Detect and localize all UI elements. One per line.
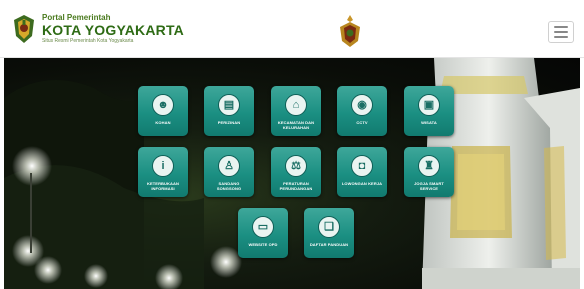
briefcase-icon: ◘	[351, 155, 373, 177]
tile-kecamatan-kelurahan[interactable]: ⌂ KECAMATAN DAN KELURAHAN	[271, 86, 321, 136]
tile-kohan[interactable]: ☻ KOHAN	[138, 86, 188, 136]
crest-icon: ♜	[418, 155, 440, 177]
people-icon: ☻	[152, 94, 174, 116]
tile-label: KECAMATAN DAN KELURAHAN	[277, 120, 315, 130]
tile-label: PERATURAN PERUNDANGAN	[279, 181, 313, 191]
tile-label: WISATA	[421, 120, 437, 125]
camera-icon: ◉	[351, 94, 373, 116]
tile-label: JOGJA SMART SERVICE	[414, 181, 444, 191]
hamburger-bar-icon	[554, 36, 568, 38]
brand-small-title: Portal Pemerintah	[42, 13, 111, 22]
tile-perizinan[interactable]: ▤ PERIZINAN	[204, 86, 254, 136]
tile-website-opd[interactable]: ▭ WEBSITE OPD	[238, 208, 288, 258]
brand-logo-link[interactable]: Portal Pemerintah KOTA YOGYAKARTA Situs …	[12, 12, 184, 46]
tile-label: SANDANG SONGSONG	[216, 181, 242, 191]
tile-jogja-smart-service[interactable]: ♜ JOGJA SMART SERVICE	[404, 147, 454, 197]
window-icon: ▭	[252, 216, 274, 238]
tile-label: WEBSITE OPD	[248, 242, 278, 247]
tile-label: KOHAN	[155, 120, 171, 125]
city-emblem-icon	[14, 15, 34, 43]
tile-label: PERIZINAN	[217, 120, 241, 125]
scale-icon: ⚖	[285, 155, 307, 177]
tile-label: CCTV	[356, 120, 368, 125]
tile-sandang-songsong[interactable]: ♙ SANDANG SONGSONG	[204, 147, 254, 197]
site-header: Portal Pemerintah KOTA YOGYAKARTA Situs …	[0, 0, 584, 58]
hamburger-bar-icon	[554, 31, 568, 33]
tile-label: DAFTAR PANDUAN	[309, 242, 349, 247]
hamburger-bar-icon	[554, 26, 568, 28]
map-icon: ▣	[418, 94, 440, 116]
tile-cctv[interactable]: ◉ CCTV	[337, 86, 387, 136]
document-icon: ▤	[218, 94, 240, 116]
brand-subtitle: Situs Resmi Pemerintah Kota Yogyakarta	[42, 38, 134, 44]
info-icon: i	[152, 155, 174, 177]
tile-keterbukaan-informasi[interactable]: i KETERBUKAAN INFORMASI	[138, 147, 188, 197]
tile-daftar-panduan[interactable]: ❏ DAFTAR PANDUAN	[304, 208, 354, 258]
tile-label: LOWONGAN KERJA	[341, 181, 383, 186]
tile-lowongan-kerja[interactable]: ◘ LOWONGAN KERJA	[337, 147, 387, 197]
tile-wisata[interactable]: ▣ WISATA	[404, 86, 454, 136]
tile-label: KETERBUKAAN INFORMASI	[147, 181, 179, 191]
service-grid: ☻ KOHAN ▤ PERIZINAN ⌂ KECAMATAN DAN KELU…	[4, 58, 580, 289]
book-icon: ❏	[318, 216, 340, 238]
hero-banner: ☻ KOHAN ▤ PERIZINAN ⌂ KECAMATAN DAN KELU…	[4, 58, 580, 289]
tile-peraturan-perundangan[interactable]: ⚖ PERATURAN PERUNDANGAN	[271, 147, 321, 197]
brand-main-title: KOTA YOGYAKARTA	[42, 22, 184, 38]
person-icon: ♙	[218, 155, 240, 177]
hamburger-menu-button[interactable]	[548, 21, 574, 43]
yogyakarta-crest-icon	[340, 15, 360, 47]
building-icon: ⌂	[285, 94, 307, 116]
